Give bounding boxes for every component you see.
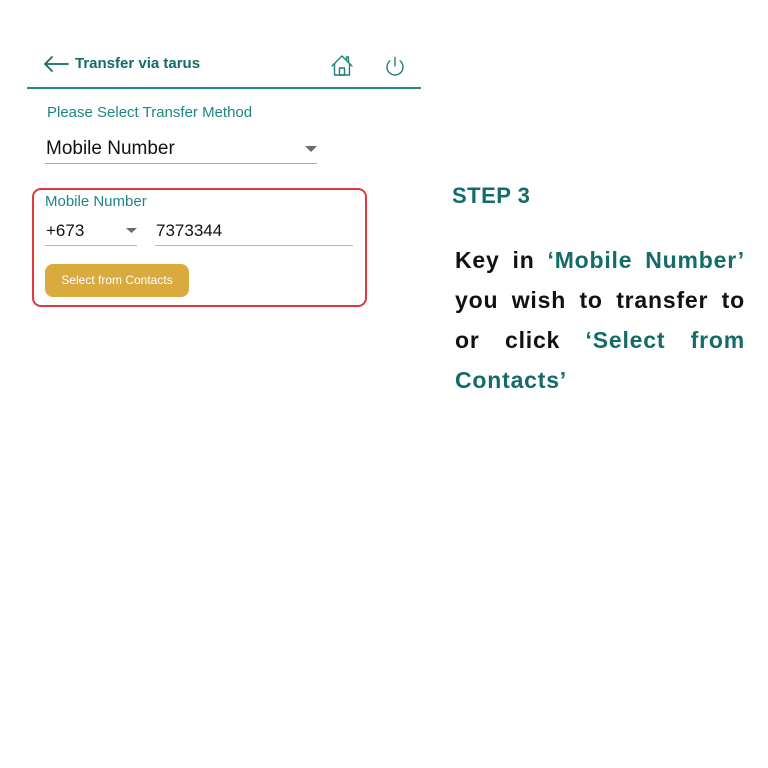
home-icon bbox=[331, 55, 353, 76]
highlight-frame: Mobile Number +673 Select from Contacts bbox=[32, 188, 367, 307]
instruction-line: Key in ‘Mobile Number’ bbox=[455, 240, 745, 280]
transfer-method-select[interactable]: Mobile Number bbox=[45, 136, 317, 164]
mobile-number-label: Mobile Number bbox=[45, 193, 147, 210]
mobile-number-input[interactable] bbox=[155, 216, 353, 245]
instruction-plain: Key in bbox=[455, 247, 535, 273]
instruction-highlight: Contacts’ bbox=[455, 367, 567, 393]
back-button[interactable] bbox=[42, 54, 70, 74]
transfer-method-value: Mobile Number bbox=[46, 138, 175, 159]
select-from-contacts-button[interactable]: Select from Contacts bbox=[45, 264, 189, 297]
country-code-value: +673 bbox=[46, 221, 85, 240]
instruction-plain: you wish to transfer to bbox=[455, 287, 745, 313]
instruction-line: or click ‘Select from bbox=[455, 320, 745, 360]
caret-down-icon bbox=[126, 228, 137, 233]
instruction-plain: or click bbox=[455, 327, 561, 353]
step-heading: STEP 3 bbox=[452, 183, 531, 208]
home-button[interactable] bbox=[330, 54, 354, 77]
instruction-text: Key in ‘Mobile Number’ you wish to trans… bbox=[455, 240, 745, 400]
instruction-highlight: ‘Select from bbox=[585, 327, 745, 353]
mobile-number-field bbox=[155, 216, 353, 246]
logout-button[interactable] bbox=[384, 55, 406, 77]
country-code-select[interactable]: +673 bbox=[45, 216, 137, 246]
page-title: Transfer via tarus bbox=[75, 55, 201, 72]
instruction-line: Contacts’ bbox=[455, 360, 745, 400]
caret-down-icon bbox=[305, 146, 317, 152]
instruction-highlight: ‘Mobile Number’ bbox=[547, 247, 745, 273]
power-icon bbox=[386, 56, 404, 76]
header-divider bbox=[27, 87, 421, 89]
instruction-line: you wish to transfer to bbox=[455, 280, 745, 320]
arrow-left-icon bbox=[44, 56, 69, 72]
transfer-method-label: Please Select Transfer Method bbox=[47, 104, 253, 121]
